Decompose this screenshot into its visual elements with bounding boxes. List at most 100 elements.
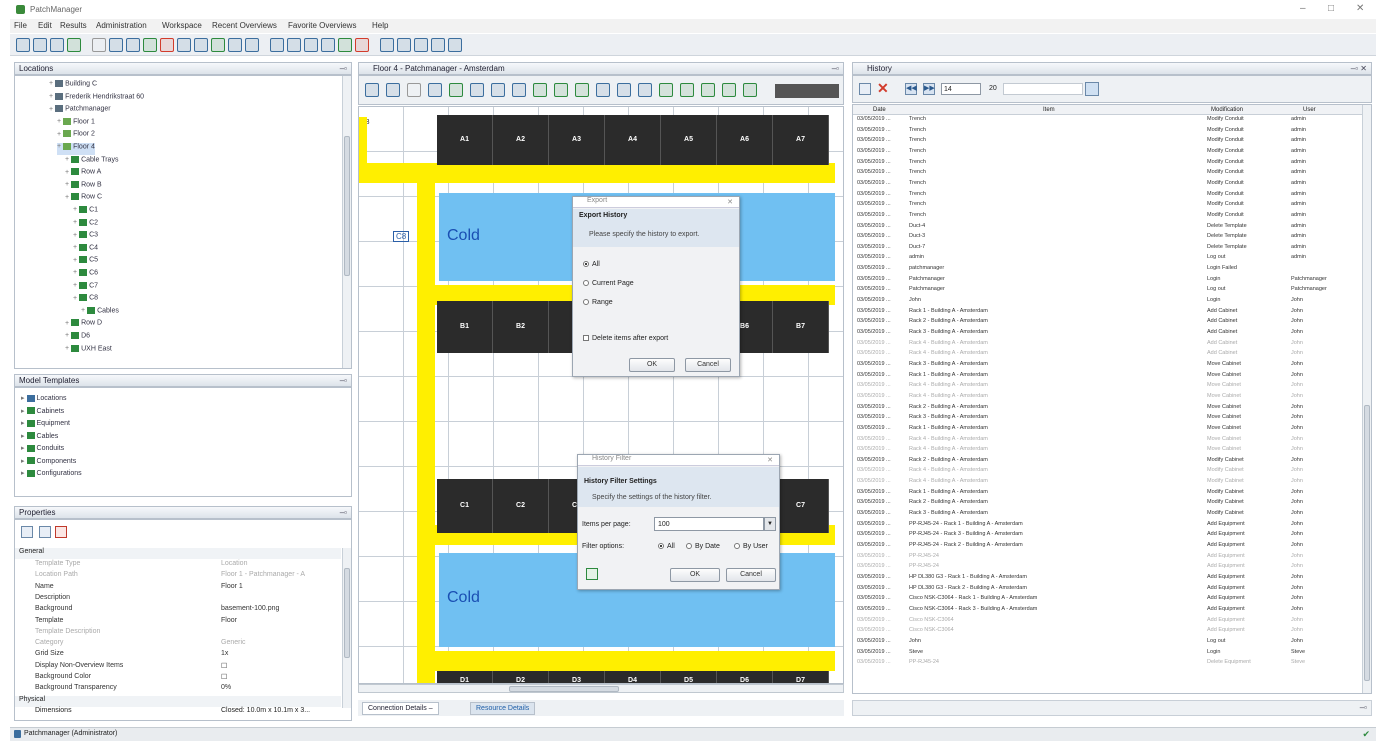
table-row[interactable]: 03/05/2019 ... patchmanager Login Failed <box>853 265 1363 272</box>
radio-button[interactable] <box>583 261 589 268</box>
export-cancel-button[interactable]: Cancel <box>685 358 731 372</box>
toolbar-icon[interactable] <box>431 38 445 52</box>
tree-item[interactable]: + C2 <box>73 218 98 231</box>
expand-icon[interactable]: + <box>49 106 53 113</box>
toolbar-icon[interactable] <box>67 38 81 52</box>
table-row[interactable]: 03/05/2019 ... Patchmanager Login Patchmana… <box>853 276 1363 283</box>
toolbar-icon[interactable] <box>397 38 411 52</box>
radio-by-user[interactable]: By User <box>734 543 768 550</box>
zoom-slider[interactable] <box>775 84 839 98</box>
rack-tag[interactable]: C8 <box>393 231 410 242</box>
table-row[interactable]: 03/05/2019 ... Rack 4 - Building A - Amst… <box>853 478 1363 485</box>
expand-icon[interactable]: + <box>65 181 69 188</box>
toolbar-icon[interactable] <box>245 38 259 52</box>
table-row[interactable]: 03/05/2019 ... Trench Modify Conduit admin <box>853 127 1363 134</box>
template-item[interactable]: ▸ Conduits <box>21 444 64 456</box>
floor-tool-icon[interactable] <box>743 83 757 97</box>
radio-button[interactable] <box>734 543 740 550</box>
expand-icon[interactable]: + <box>73 257 77 264</box>
expand-icon[interactable]: + <box>65 194 69 201</box>
floor-tool-icon[interactable] <box>659 83 673 97</box>
expand-icon[interactable]: ▸ <box>21 395 25 402</box>
toolbar-icon[interactable] <box>33 38 47 52</box>
template-item[interactable]: ▸ Locations <box>21 394 66 406</box>
toolbar-icon[interactable] <box>16 38 30 52</box>
table-row[interactable]: 03/05/2019 ... PP-RJ45-24 Add Equipment Joh… <box>853 553 1363 560</box>
expand-icon[interactable]: + <box>65 156 69 163</box>
close-icon[interactable]: ✕ <box>727 198 733 206</box>
cabinet[interactable]: D7 <box>773 671 829 683</box>
col-modification[interactable]: Modification <box>1211 107 1243 113</box>
tree-item[interactable]: + Row C <box>65 193 102 205</box>
floor-tool-icon[interactable] <box>722 83 736 97</box>
search-icon[interactable] <box>1085 82 1099 96</box>
table-row[interactable]: 03/05/2019 ... Rack 1 - Building A - Amst… <box>853 489 1363 496</box>
toolbar-icon[interactable] <box>448 38 462 52</box>
maximize-icon[interactable]: □ <box>1328 3 1334 14</box>
filter-reset-icon[interactable] <box>586 568 598 580</box>
cabinet[interactable]: A3 <box>549 115 605 165</box>
cabinet[interactable]: D1 <box>437 671 493 683</box>
history-title[interactable]: History <box>867 64 892 73</box>
expand-icon[interactable]: + <box>65 320 69 327</box>
col-date[interactable]: Date <box>873 107 886 113</box>
expand-icon[interactable]: + <box>49 93 53 100</box>
cabinet[interactable]: D4 <box>605 671 661 683</box>
table-row[interactable]: 03/05/2019 ... Rack 1 - Building A - Amst… <box>853 308 1363 315</box>
panel-window-icon[interactable]: –▫ <box>340 376 347 385</box>
table-row[interactable]: 03/05/2019 ... Rack 3 - Building A - Amst… <box>853 414 1363 421</box>
cabinet[interactable]: B2 <box>493 301 549 353</box>
expand-icon[interactable]: ▸ <box>21 408 25 415</box>
expand-icon[interactable]: + <box>73 206 77 213</box>
panel-window-icon[interactable]: –▫ <box>340 508 347 517</box>
table-row[interactable]: 03/05/2019 ... Rack 4 - Building A - Amst… <box>853 382 1363 389</box>
table-row[interactable]: 03/05/2019 ... Rack 1 - Building A - Amst… <box>853 425 1363 432</box>
template-item[interactable]: ▸ Cabinets <box>21 407 64 419</box>
history-scrollbar[interactable] <box>1362 105 1371 693</box>
property-value[interactable]: Floor 1 <box>221 583 243 594</box>
minimize-icon[interactable]: – <box>1300 3 1306 14</box>
radio-button[interactable] <box>658 543 664 550</box>
table-row[interactable]: 03/05/2019 ... Rack 3 - Building A - Amst… <box>853 361 1363 368</box>
properties-toolbar-icon[interactable] <box>39 526 51 538</box>
floor-tool-icon[interactable] <box>386 83 400 97</box>
table-row[interactable]: 03/05/2019 ... Duct-7 Delete Template admin <box>853 244 1363 251</box>
property-value[interactable]: Generic <box>221 639 246 650</box>
expand-icon[interactable]: + <box>57 143 61 150</box>
floor-tool-icon[interactable] <box>575 83 589 97</box>
toolbar-icon[interactable] <box>143 38 157 52</box>
cabinet[interactable]: B7 <box>773 301 829 353</box>
toolbar-icon[interactable] <box>126 38 140 52</box>
first-page-icon[interactable]: ◀◀ <box>905 83 917 95</box>
table-row[interactable]: 03/05/2019 ... Trench Modify Conduit admin <box>853 148 1363 155</box>
properties-toolbar-icon[interactable] <box>21 526 33 538</box>
menu-results[interactable]: Results <box>60 21 87 30</box>
scroll-thumb[interactable] <box>1364 405 1370 681</box>
cabinet[interactable]: A4 <box>605 115 661 165</box>
expand-icon[interactable]: + <box>65 345 69 352</box>
tree-item[interactable]: + Patchmanager <box>49 105 111 117</box>
property-value[interactable]: Floor 1 - Patchmanager - A <box>221 571 305 582</box>
panel-window-icon[interactable]: –▫ <box>1360 703 1367 712</box>
table-row[interactable]: 03/05/2019 ... Rack 1 - Building A - Amst… <box>853 372 1363 379</box>
toolbar-icon[interactable] <box>355 38 369 52</box>
tree-item[interactable]: + Row D <box>65 319 102 331</box>
radio-all[interactable]: All <box>583 261 600 268</box>
toolbar-icon[interactable] <box>160 38 174 52</box>
cabinet[interactable]: D2 <box>493 671 549 683</box>
menu-help[interactable]: Help <box>372 21 388 30</box>
page-number-input[interactable]: 14 <box>941 83 981 95</box>
toolbar-icon[interactable] <box>194 38 208 52</box>
tree-item[interactable]: + C8 <box>73 294 98 306</box>
expand-icon[interactable]: ▸ <box>21 470 25 477</box>
menu-file[interactable]: File <box>14 21 27 30</box>
radio-current-page[interactable]: Current Page <box>583 280 634 287</box>
table-row[interactable]: 03/05/2019 ... Rack 2 - Building A - Amst… <box>853 404 1363 411</box>
floor-tool-icon[interactable] <box>617 83 631 97</box>
expand-icon[interactable]: + <box>65 332 69 339</box>
export-ok-button[interactable]: OK <box>629 358 675 372</box>
filter-ok-button[interactable]: OK <box>670 568 720 582</box>
tree-item[interactable]: + UXH East <box>65 344 112 357</box>
floor-plan-canvas[interactable]: B3 ColdColdC8A1A2A3A4A5A6A7B1B2B3B6B7C1C… <box>358 106 844 684</box>
tree-item[interactable]: + Cable Trays <box>65 155 118 168</box>
